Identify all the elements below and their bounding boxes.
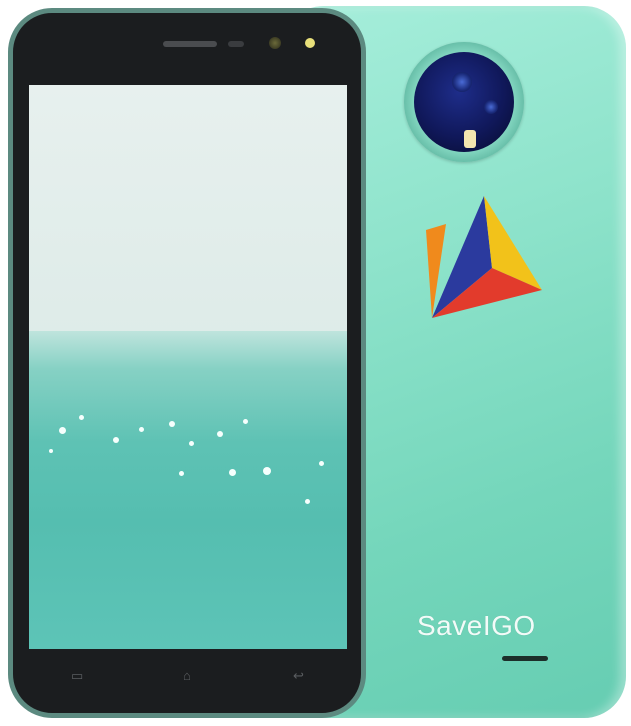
sea-glint	[139, 427, 144, 432]
sea-glint	[229, 469, 236, 476]
sea-glint	[263, 467, 271, 475]
back-slot	[502, 656, 548, 661]
sea-glint	[179, 471, 184, 476]
screen-wallpaper	[29, 85, 347, 649]
front-camera-icon	[269, 37, 281, 49]
earpiece-speaker	[163, 41, 217, 47]
pyramid-logo-icon	[426, 196, 542, 318]
sea-glint	[113, 437, 119, 443]
rear-camera-module	[404, 42, 524, 162]
sea-glint	[217, 431, 223, 437]
sea-glint	[79, 415, 84, 420]
rear-camera-lens	[414, 52, 514, 152]
front-flash-icon	[305, 38, 315, 48]
sea-glint	[305, 499, 310, 504]
sea-glint	[59, 427, 66, 434]
back-icon[interactable]: ↩	[293, 669, 304, 682]
menu-icon[interactable]: ▭	[71, 669, 83, 682]
flash-icon	[464, 130, 476, 148]
phone-front: ▭ ⌂ ↩	[8, 8, 366, 718]
lens-element-icon	[484, 100, 498, 114]
sea-glint	[169, 421, 175, 427]
home-icon[interactable]: ⌂	[183, 669, 191, 682]
sea-glint	[319, 461, 324, 466]
sea-area	[29, 331, 347, 649]
sea-glint	[243, 419, 248, 424]
brand-text: SaveIGO	[417, 610, 536, 641]
proximity-sensor	[228, 41, 244, 47]
sea-glint	[49, 449, 53, 453]
lens-element-icon	[452, 72, 472, 92]
sea-glint	[189, 441, 194, 446]
